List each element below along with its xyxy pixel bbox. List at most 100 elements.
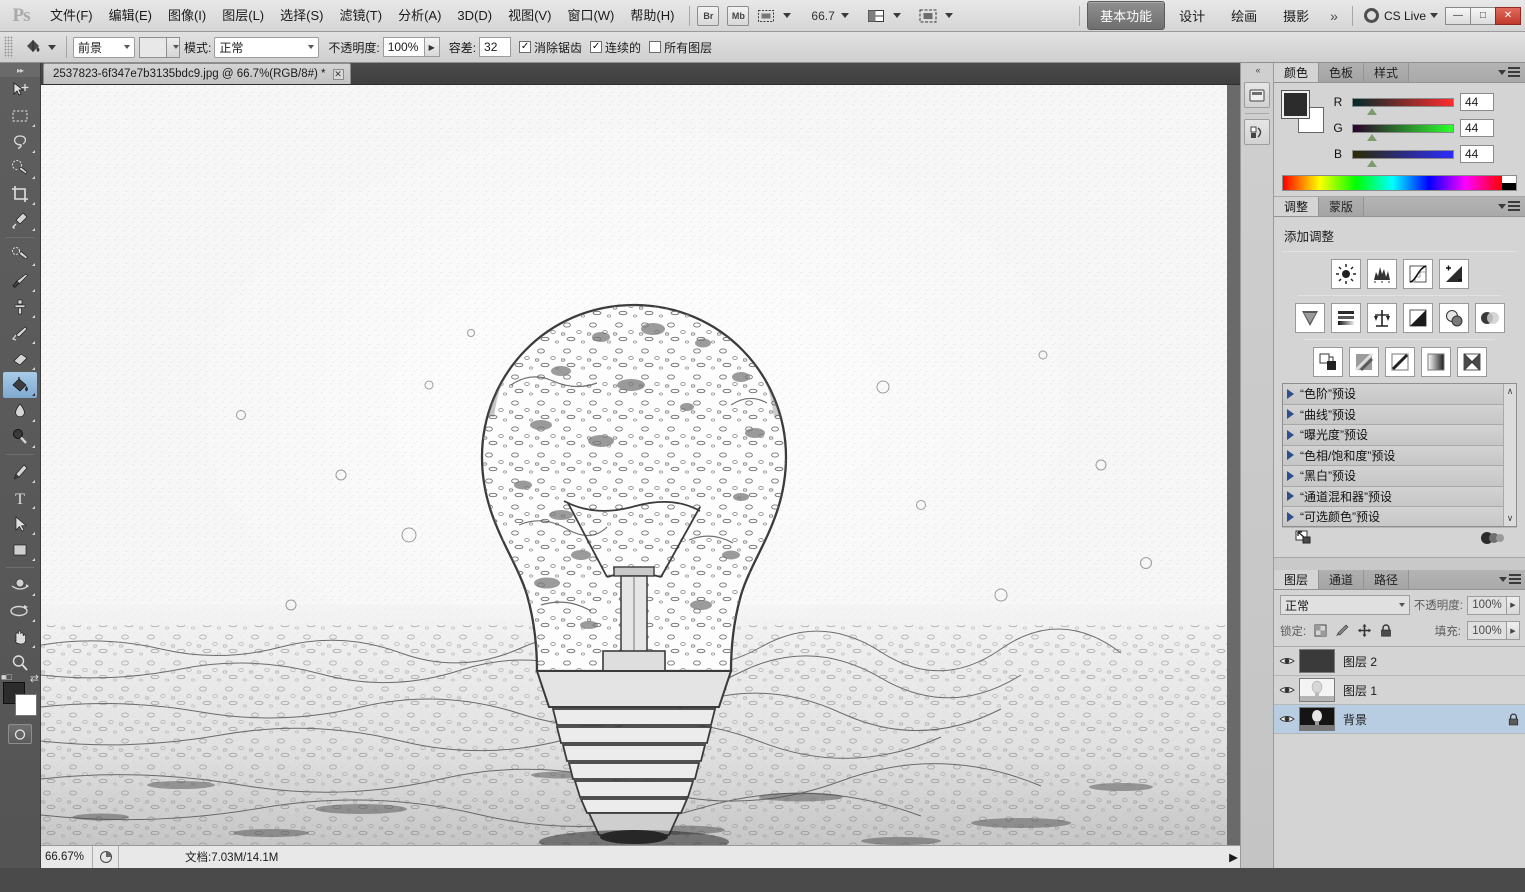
history-brush-tool[interactable] [3, 320, 37, 346]
preset-expand-icon[interactable] [1287, 491, 1294, 501]
adjustments-panel-menu-icon[interactable] [1498, 201, 1520, 211]
all-layers-checkbox[interactable]: 所有图层 [649, 39, 712, 56]
swap-colors-icon[interactable]: ⇄ [30, 672, 39, 685]
layer-visibility-icon[interactable] [1274, 655, 1299, 667]
channel-mixer-icon[interactable] [1475, 303, 1505, 333]
invert-icon[interactable] [1313, 347, 1343, 377]
lock-transparent-pixels-icon[interactable] [1312, 623, 1328, 639]
preset-expand-icon[interactable] [1287, 389, 1294, 399]
color-panel-foreground-swatch[interactable] [1282, 91, 1309, 118]
preset-hue-saturation[interactable]: “色相/饱和度”预设 [1283, 446, 1503, 467]
menu-help[interactable]: 帮助(H) [622, 0, 682, 32]
mini-bridge-dock-icon[interactable] [1244, 82, 1270, 108]
layer-thumbnail[interactable] [1299, 707, 1335, 731]
eraser-tool[interactable] [3, 346, 37, 372]
lock-all-icon[interactable] [1378, 623, 1394, 639]
3d-camera-rotate-tool[interactable] [3, 598, 37, 624]
photo-filter-icon[interactable] [1439, 303, 1469, 333]
anti-alias-checkbox[interactable]: ✓ 消除锯齿 [519, 39, 582, 56]
selective-color-icon[interactable] [1457, 347, 1487, 377]
color-balance-icon[interactable] [1367, 303, 1397, 333]
screen-mode-chevron-icon[interactable] [945, 13, 953, 18]
preset-expand-icon[interactable] [1287, 471, 1294, 481]
table-row[interactable]: 图层 2 [1274, 647, 1525, 676]
menu-file[interactable]: 文件(F) [42, 0, 101, 32]
preset-levels[interactable]: “色阶”预设 [1283, 384, 1503, 405]
screen-mode-icon[interactable] [919, 8, 937, 24]
layer-opacity-input[interactable]: 100% [1467, 596, 1507, 615]
curves-icon[interactable] [1403, 259, 1433, 289]
red-channel-input[interactable]: 44 [1460, 93, 1494, 111]
table-row[interactable]: 图层 1 [1274, 676, 1525, 705]
minimize-button[interactable]: — [1445, 7, 1471, 25]
lasso-tool[interactable] [3, 129, 37, 155]
red-channel-slider[interactable] [1352, 98, 1454, 107]
status-proxy-preview-icon[interactable] [93, 846, 119, 869]
document-tab[interactable]: 2537823-6f347e7b3135bdc9.jpg @ 66.7%(RGB… [43, 63, 351, 84]
dock-expand-icon[interactable]: « [1241, 63, 1273, 77]
tab-swatches[interactable]: 色板 [1319, 63, 1364, 82]
menu-window[interactable]: 窗口(W) [559, 0, 622, 32]
launch-bridge-button[interactable]: Br [697, 6, 719, 26]
anti-alias-checkbox-box[interactable]: ✓ [519, 41, 531, 53]
quick-mask-toggle[interactable] [8, 724, 32, 744]
levels-icon[interactable] [1367, 259, 1397, 289]
green-channel-input[interactable]: 44 [1460, 119, 1494, 137]
paint-bucket-tool[interactable] [3, 372, 37, 398]
tab-styles[interactable]: 样式 [1364, 63, 1409, 82]
table-row[interactable]: 背景 [1274, 705, 1525, 734]
pattern-swatch-chevron-icon[interactable] [167, 37, 180, 58]
menubar-zoom-value[interactable]: 66.7 [809, 9, 836, 23]
clip-to-layer-icon[interactable] [1479, 531, 1505, 548]
workspace-photography[interactable]: 摄影 [1271, 2, 1321, 29]
restore-button[interactable]: □ [1470, 7, 1496, 25]
layer-blend-mode-select[interactable]: 正常 [1280, 595, 1410, 615]
pattern-swatch-picker[interactable] [139, 37, 180, 58]
crop-tool[interactable] [3, 181, 37, 207]
layer-opacity-flyout-icon[interactable]: ▶ [1507, 596, 1520, 615]
preset-expand-icon[interactable] [1287, 450, 1294, 460]
presets-scrollbar[interactable]: ∧ ∨ [1503, 384, 1516, 526]
blue-channel-input[interactable]: 44 [1460, 145, 1494, 163]
spectrum-gradient[interactable] [1283, 176, 1502, 190]
layer-visibility-icon[interactable] [1274, 684, 1299, 696]
workspace-essentials[interactable]: 基本功能 [1087, 1, 1165, 30]
status-zoom-input[interactable]: 66.67% [41, 846, 93, 869]
dodge-tool[interactable] [3, 424, 37, 450]
tab-layers[interactable]: 图层 [1274, 570, 1319, 589]
preset-expand-icon[interactable] [1287, 409, 1294, 419]
preset-channel-mixer[interactable]: “通道混和器”预设 [1283, 487, 1503, 508]
menu-filter[interactable]: 滤镜(T) [331, 0, 390, 32]
canvas-area[interactable] [41, 85, 1273, 845]
background-color-swatch[interactable] [15, 694, 37, 716]
rectangle-tool[interactable] [3, 537, 37, 563]
layer-fill-input[interactable]: 100% [1467, 621, 1507, 640]
options-bar-grip[interactable] [4, 36, 13, 58]
contiguous-checkbox[interactable]: ✓ 连续的 [590, 39, 641, 56]
menu-layer[interactable]: 图层(L) [214, 0, 272, 32]
tab-masks[interactable]: 蒙版 [1319, 197, 1364, 216]
document-tab-close-icon[interactable]: ✕ [333, 69, 344, 80]
gradient-map-icon[interactable] [1421, 347, 1451, 377]
toolbar-collapse-handle[interactable]: ▸▸ [0, 63, 40, 77]
black-white-icon[interactable] [1403, 303, 1433, 333]
close-button[interactable]: ✕ [1495, 7, 1521, 25]
preset-selective-color[interactable]: “可选颜色”预设 [1283, 507, 1503, 526]
preset-expand-icon[interactable] [1287, 512, 1294, 522]
tab-adjustments[interactable]: 调整 [1274, 197, 1319, 216]
cs-live-button[interactable]: CS Live [1364, 8, 1438, 23]
menu-edit[interactable]: 编辑(E) [101, 0, 160, 32]
view-extras-chevron-icon[interactable] [783, 13, 791, 18]
spectrum-white-black[interactable] [1502, 176, 1516, 190]
brightness-contrast-icon[interactable] [1331, 259, 1361, 289]
history-dock-icon[interactable] [1244, 119, 1270, 145]
layer-name[interactable]: 图层 2 [1343, 653, 1525, 670]
menu-view[interactable]: 视图(V) [500, 0, 559, 32]
layers-panel-menu-icon[interactable] [1499, 574, 1521, 584]
preset-expand-icon[interactable] [1287, 430, 1294, 440]
adjustment-presets-list[interactable]: “色阶”预设 “曲线”预设 “曝光度”预设 “色相/饱和度”预设 [1282, 383, 1517, 527]
zoom-chevron-icon[interactable] [841, 13, 849, 18]
menu-select[interactable]: 选择(S) [272, 0, 331, 32]
tool-preset-picker[interactable] [18, 35, 60, 59]
preset-exposure[interactable]: “曝光度”预设 [1283, 425, 1503, 446]
